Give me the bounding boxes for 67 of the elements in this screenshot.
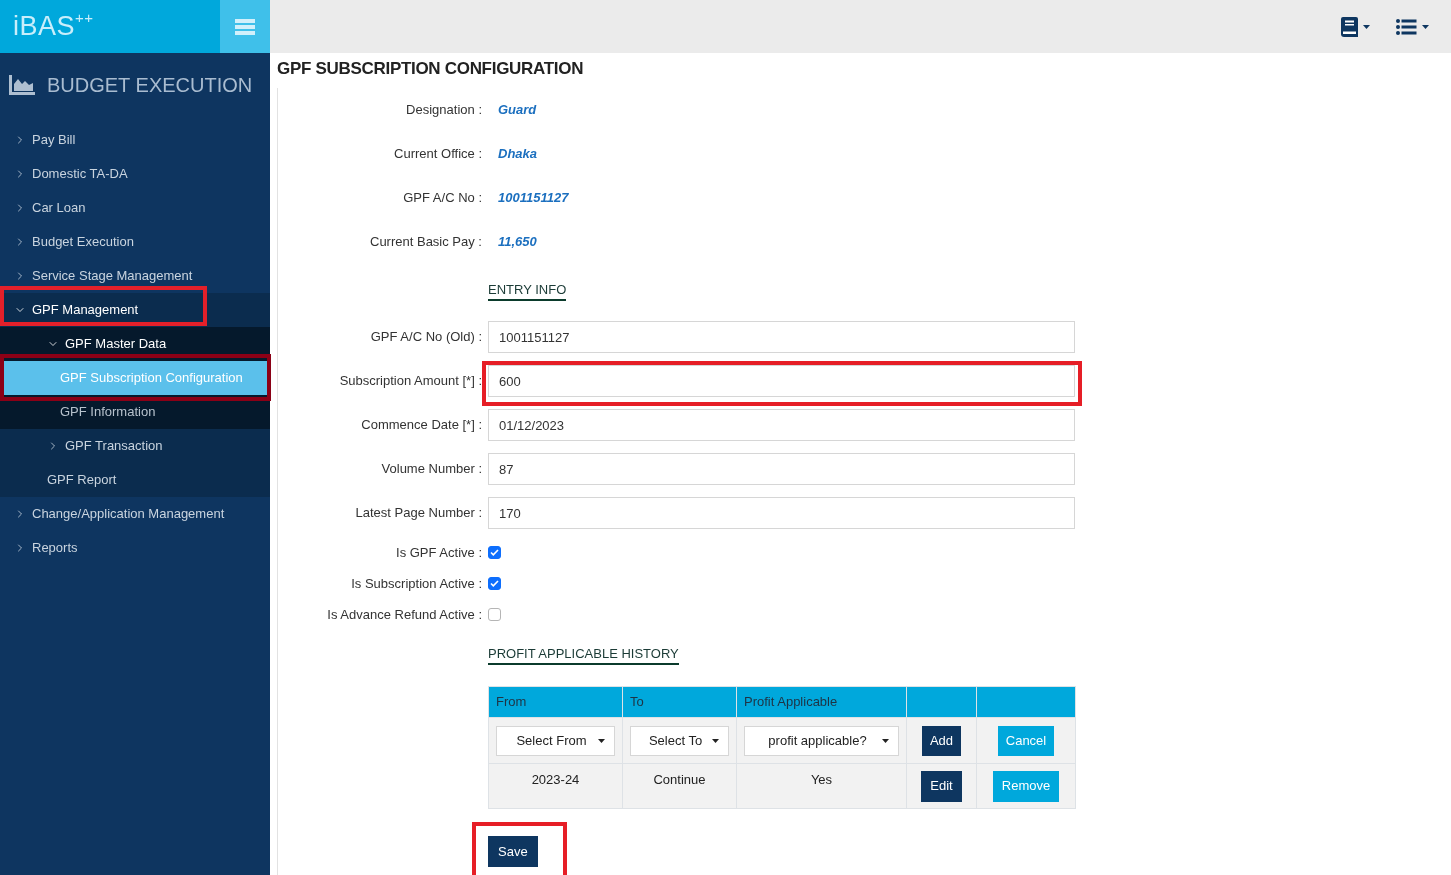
checkbox[interactable] xyxy=(488,546,501,559)
sidebar-item[interactable]: GPF Report xyxy=(0,463,270,497)
list-icon xyxy=(1396,18,1417,35)
caret-down-icon xyxy=(1422,24,1429,29)
input-field[interactable]: 87 xyxy=(488,453,1075,485)
input-field[interactable]: 01/12/2023 xyxy=(488,409,1075,441)
menu-toggle-button[interactable] xyxy=(220,0,270,53)
table-header-cell: From xyxy=(488,686,623,718)
field-value: 11,650 xyxy=(498,233,537,252)
save-button[interactable]: Save xyxy=(488,836,538,867)
dropdown[interactable]: profit applicable? xyxy=(744,725,899,756)
field-label: Volume Number : xyxy=(380,460,482,479)
action-button[interactable]: Edit xyxy=(921,770,962,802)
section-heading: PROFIT APPLICABLE HISTORY xyxy=(488,645,679,665)
checkbox-label: Is Advance Refund Active : xyxy=(326,605,482,624)
table-cell: Yes xyxy=(736,763,907,809)
table-header-cell: Profit Applicable xyxy=(736,686,907,718)
table-cell: 2023-24 xyxy=(488,763,623,809)
checkmark-icon xyxy=(490,580,499,587)
field-value: Guard xyxy=(498,101,537,120)
dropdown[interactable]: Select To xyxy=(630,725,729,756)
field-label: Current Office : xyxy=(393,145,482,164)
sidebar-item[interactable]: GPF Information xyxy=(0,395,270,429)
menu-icon xyxy=(235,18,255,35)
sidebar-item[interactable]: Car Loan xyxy=(0,191,270,225)
sidebar-item[interactable]: Pay Bill xyxy=(0,123,270,157)
action-button[interactable]: Add xyxy=(921,725,962,756)
section-heading: ENTRY INFO xyxy=(488,281,567,301)
field-label: GPF A/C No : xyxy=(402,189,482,208)
field-value: 1001151127 xyxy=(498,189,569,208)
field-label: Latest Page Number : xyxy=(354,504,482,523)
table-cell: Continue xyxy=(622,763,737,809)
area-chart-icon xyxy=(9,75,35,95)
input-field[interactable]: 600 xyxy=(488,365,1075,397)
book-menu-button[interactable] xyxy=(1341,16,1370,37)
sidebar-item[interactable]: GPF Master Data xyxy=(0,327,270,361)
field-label: GPF A/C No (Old) : xyxy=(369,328,482,347)
list-menu-button[interactable] xyxy=(1396,18,1429,35)
dropdown[interactable]: Select From xyxy=(496,725,615,756)
caret-down-icon xyxy=(882,738,889,743)
table-header-cell: To xyxy=(622,686,737,718)
sidebar-item[interactable]: GPF Transaction xyxy=(0,429,270,463)
sidebar-item[interactable]: Service Stage Management xyxy=(0,259,270,293)
checkbox-label: Is GPF Active : xyxy=(395,543,482,562)
page-title: GPF SUBSCRIPTION CONFIGURATION xyxy=(277,58,585,80)
field-label: Current Basic Pay : xyxy=(369,233,482,252)
caret-down-icon xyxy=(1363,24,1370,29)
sidebar-item[interactable]: Domestic TA-DA xyxy=(0,157,270,191)
checkmark-icon xyxy=(490,549,499,556)
sidebar-item[interactable]: Change/Application Management xyxy=(0,497,270,531)
sidebar-item[interactable]: Budget Execution xyxy=(0,225,270,259)
field-label: Designation : xyxy=(405,101,482,120)
caret-down-icon xyxy=(598,738,605,743)
caret-down-icon xyxy=(712,738,719,743)
checkbox[interactable] xyxy=(488,608,501,621)
module-title: BUDGET EXECUTION xyxy=(47,73,253,97)
sidebar-item[interactable]: Reports xyxy=(0,531,270,565)
app-logo: iBAS$^{++}$ xyxy=(13,13,94,40)
input-field[interactable]: 170 xyxy=(488,497,1075,529)
checkbox[interactable] xyxy=(488,577,501,590)
field-label: Subscription Amount [*] : xyxy=(338,372,482,391)
book-icon xyxy=(1341,16,1358,37)
checkbox-label: Is Subscription Active : xyxy=(350,574,482,593)
field-label: Commence Date [*] : xyxy=(360,416,482,435)
field-value: Dhaka xyxy=(498,145,538,164)
input-field[interactable]: 1001151127 xyxy=(488,321,1075,353)
sidebar-item[interactable]: GPF Management xyxy=(0,293,270,327)
